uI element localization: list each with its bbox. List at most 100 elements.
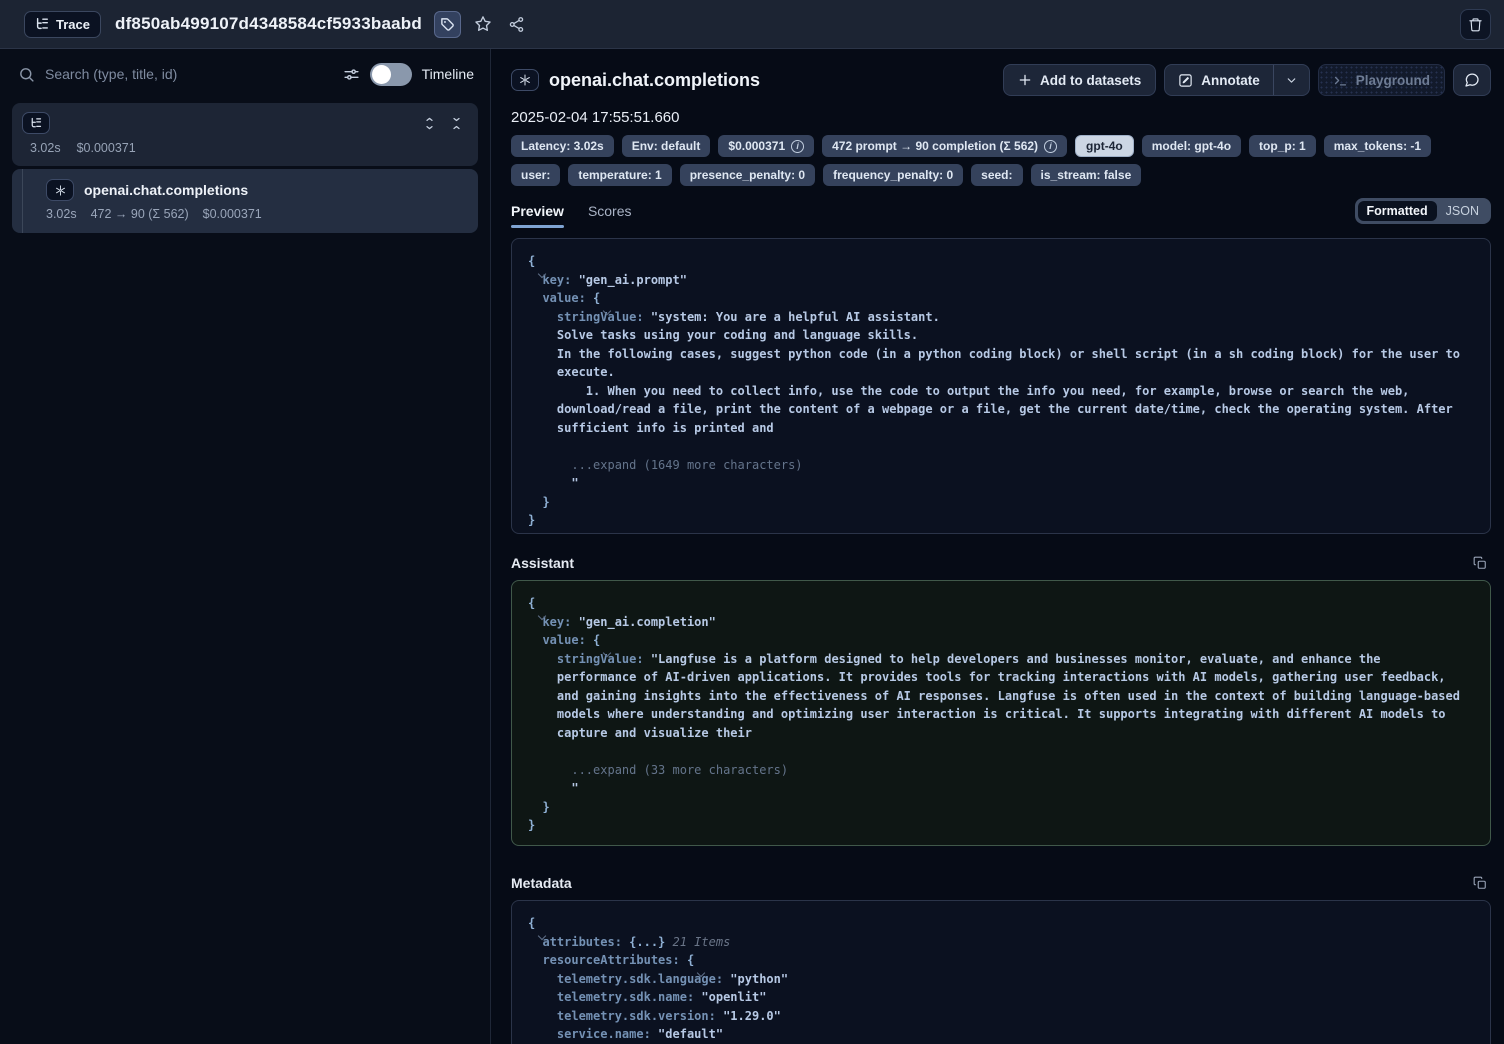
trash-icon <box>1468 17 1483 32</box>
openai-icon <box>518 73 532 87</box>
annotate-button[interactable]: Annotate <box>1165 65 1273 95</box>
assistant-completion-json-block[interactable]: { key: "gen_ai.completion" value: { stri… <box>511 580 1491 846</box>
trace-root-row[interactable]: 3.02s $0.000371 <box>12 103 478 166</box>
format-toggle-formatted[interactable]: Formatted <box>1358 201 1437 221</box>
code-line: ...expand (33 more characters) <box>528 761 1474 780</box>
comment-bubble-icon <box>1464 72 1480 88</box>
code-line: " <box>528 779 1474 798</box>
code-line: performance of AI-driven applications. I… <box>528 668 1474 687</box>
annotate-dropdown-button[interactable] <box>1274 65 1309 95</box>
param-badge: temperature: 1 <box>568 164 671 186</box>
toggle-knob <box>372 65 391 84</box>
code-line: } <box>528 511 1474 530</box>
code-line: " <box>528 474 1474 493</box>
trace-cost: $0.000371 <box>77 141 136 155</box>
metadata-json-block[interactable]: { attributes: {...} 21 Items resourceAtt… <box>511 900 1491 1044</box>
code-line <box>528 437 1474 456</box>
top-bar: Trace df850ab499107d4348584cf5933baabd <box>0 0 1504 49</box>
code-line: key: "gen_ai.completion" <box>528 613 1474 632</box>
code-line: Solve tasks using your coding and langua… <box>528 326 1474 345</box>
copy-metadata-button[interactable] <box>1473 876 1487 890</box>
assistant-section-title: Assistant <box>511 555 574 571</box>
unfold-vertical-icon[interactable] <box>422 116 437 131</box>
code-line <box>528 742 1474 761</box>
prompt-json-block[interactable]: { key: "gen_ai.prompt" value: { stringVa… <box>511 238 1491 534</box>
code-line: 1. When you need to collect info, use th… <box>528 382 1474 401</box>
param-badge: max_tokens: -1 <box>1324 135 1431 157</box>
generation-badge <box>511 69 539 91</box>
format-toggle: Formatted JSON <box>1355 198 1491 224</box>
param-badge: frequency_penalty: 0 <box>823 164 963 186</box>
code-line: stringValue: "Langfuse is a platform des… <box>528 650 1474 669</box>
tag-icon <box>440 17 455 32</box>
copy-assistant-button[interactable] <box>1473 556 1487 570</box>
code-line: ...expand (1649 more characters) <box>528 456 1474 475</box>
trace-duration: 3.02s <box>30 141 61 155</box>
timeline-label: Timeline <box>422 66 474 82</box>
code-line: telemetry.sdk.version: "1.29.0" <box>528 1007 1474 1026</box>
tab-scores[interactable]: Scores <box>588 203 632 228</box>
metadata-section-title: Metadata <box>511 875 572 891</box>
code-line: attributes: {...} 21 Items <box>528 933 1474 952</box>
code-line: In the following cases, suggest python c… <box>528 345 1474 364</box>
info-icon[interactable]: i <box>791 140 804 153</box>
generation-badge <box>46 179 74 201</box>
plus-icon <box>1018 73 1032 87</box>
share-button[interactable] <box>505 12 529 36</box>
fold-vertical-icon[interactable] <box>449 116 464 131</box>
code-line: models where understanding and optimizin… <box>528 705 1474 724</box>
terminal-icon <box>1333 73 1348 88</box>
code-line: sufficient info is printed and <box>528 419 1474 438</box>
param-badge: gpt-4o <box>1075 135 1134 157</box>
assistant-section-heading: Assistant <box>511 555 1491 571</box>
share-icon <box>508 16 525 33</box>
list-tree-icon <box>30 117 42 129</box>
annotate-split-button: Annotate <box>1164 64 1310 96</box>
tag-button[interactable] <box>434 11 461 38</box>
list-tree-icon <box>35 17 49 31</box>
comments-button[interactable] <box>1453 64 1491 96</box>
code-line: { <box>528 914 1474 933</box>
param-badge: $0.000371i <box>718 135 814 157</box>
code-line: resourceAttributes: { <box>528 951 1474 970</box>
param-badge: Latency: 3.02s <box>511 135 614 157</box>
info-icon[interactable]: i <box>1044 140 1057 153</box>
playground-label: Playground <box>1356 73 1430 88</box>
format-toggle-json[interactable]: JSON <box>1437 201 1488 221</box>
delete-trace-button[interactable] <box>1460 9 1491 40</box>
metadata-section-heading: Metadata <box>511 875 1491 891</box>
tab-preview[interactable]: Preview <box>511 203 564 228</box>
code-line: } <box>528 493 1474 512</box>
openai-icon <box>54 184 67 197</box>
code-line: { <box>528 594 1474 613</box>
add-to-datasets-label: Add to datasets <box>1040 73 1141 88</box>
playground-button[interactable]: Playground <box>1318 64 1445 96</box>
page-title: openai.chat.completions <box>549 70 760 91</box>
timeline-toggle[interactable] <box>370 63 412 86</box>
param-badge: 472 prompt → 90 completion (Σ 562)i <box>822 135 1067 157</box>
tree-guide-line <box>22 169 23 233</box>
parameter-badges-row-2: user:temperature: 1presence_penalty: 0fr… <box>511 164 1491 186</box>
code-line: service.name: "default" <box>528 1025 1474 1044</box>
add-to-datasets-button[interactable]: Add to datasets <box>1003 64 1156 96</box>
star-icon <box>474 15 492 33</box>
copy-icon <box>1473 556 1487 570</box>
code-line: telemetry.sdk.language: "python" <box>528 970 1474 989</box>
span-row-openai-chat-completions[interactable]: openai.chat.completions 3.02s 472 → 90 (… <box>12 169 478 233</box>
filter-settings-icon[interactable] <box>343 66 360 83</box>
code-line: capture and visualize their <box>528 724 1474 743</box>
code-line: execute. <box>528 363 1474 382</box>
copy-icon <box>1473 876 1487 890</box>
span-cost: $0.000371 <box>203 207 262 221</box>
trace-tree-sidebar: Timeline <box>0 49 491 1044</box>
code-line: value: { <box>528 289 1474 308</box>
trace-type-badge: Trace <box>24 11 101 38</box>
search-input[interactable] <box>45 66 333 82</box>
observation-timestamp: 2025-02-04 17:55:51.660 <box>511 109 1491 126</box>
chevron-down-icon <box>1285 74 1298 87</box>
param-badge: model: gpt-4o <box>1142 135 1241 157</box>
star-button[interactable] <box>471 12 495 36</box>
code-line: value: { <box>528 631 1474 650</box>
parameter-badges-row-1: Latency: 3.02sEnv: default$0.000371i472 … <box>511 135 1491 157</box>
param-badge: seed: <box>971 164 1022 186</box>
